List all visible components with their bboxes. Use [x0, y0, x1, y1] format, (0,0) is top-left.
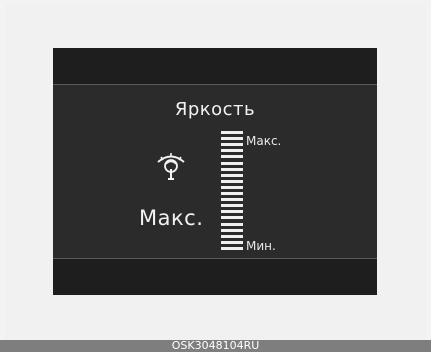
scale-segment: [221, 167, 243, 171]
scale-segment: [221, 210, 243, 214]
scale-segment: [221, 216, 243, 220]
scale-segment: [221, 222, 243, 226]
scale-segment: [221, 204, 243, 208]
scale-segment: [221, 179, 243, 183]
scale-segment: [221, 228, 243, 232]
current-brightness-value: Макс.: [139, 206, 204, 230]
brightness-panel: Яркость Макс. Макс. Мин.: [53, 84, 377, 259]
scale-segment: [221, 185, 243, 189]
cluster-display: Яркость Макс. Макс. Мин.: [53, 48, 377, 295]
figure-code: OSK3048104RU: [0, 340, 431, 352]
scale-min-label: Мин.: [246, 239, 276, 253]
scale-segment: [221, 246, 243, 250]
scale-segment: [221, 240, 243, 244]
scale-segment: [221, 137, 243, 141]
scale-segment: [221, 143, 243, 147]
figure: Яркость Макс. Макс. Мин. OSK3048104RU: [0, 0, 431, 352]
panel-title: Яркость: [174, 99, 256, 120]
scale-segment: [221, 173, 243, 177]
brightness-scale: [221, 131, 243, 253]
scale-segment: [221, 131, 243, 134]
scale-segment: [221, 192, 243, 195]
scale-segment: [221, 149, 243, 153]
scale-max-label: Макс.: [246, 134, 282, 148]
scale-segment: [221, 161, 243, 165]
scale-segment: [221, 155, 243, 159]
scale-segment: [221, 198, 243, 202]
scale-segment: [221, 234, 243, 238]
brightness-dial-icon: [157, 153, 185, 180]
